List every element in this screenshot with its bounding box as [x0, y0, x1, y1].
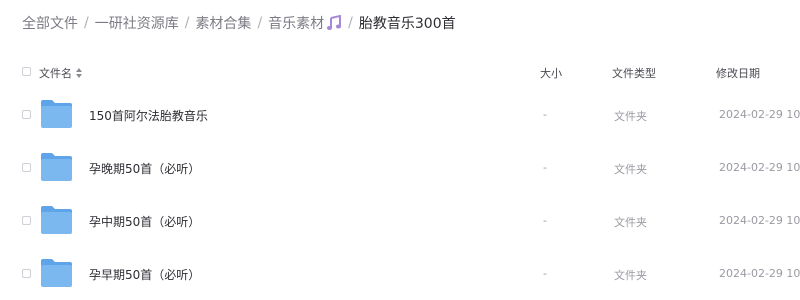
file-type: 文件夹	[614, 163, 647, 176]
breadcrumb-separator: /	[257, 15, 263, 31]
file-size: -	[543, 214, 547, 227]
file-date: 2024-02-29 10:5	[719, 108, 800, 121]
breadcrumb-current-folder: 胎教音乐300首	[358, 16, 456, 32]
select-all-checkbox[interactable]	[22, 67, 31, 76]
header-size[interactable]: 大小	[540, 65, 562, 81]
breadcrumb-separator: /	[348, 15, 353, 31]
file-name[interactable]: 孕晚期50首（必听）	[89, 160, 200, 177]
breadcrumb-resource-library[interactable]: 一研社资源库	[95, 13, 179, 33]
file-date: 2024-02-29 10:5	[719, 267, 800, 280]
table-row[interactable]: 孕中期50首（必听） - 文件夹 2024-02-29 10:5	[0, 194, 800, 246]
breadcrumb-all-files[interactable]: 全部文件	[22, 13, 78, 33]
file-browser: 全部文件 / 一研社资源库 / 素材合集 / 音乐素材 / 胎教音乐300首 文…	[0, 0, 800, 300]
table-row[interactable]: 150首阿尔法胎教音乐 - 文件夹 2024-02-29 10:5	[0, 88, 800, 140]
music-note-icon	[326, 15, 342, 31]
file-size: -	[543, 267, 547, 280]
file-type: 文件夹	[614, 216, 647, 229]
header-type[interactable]: 文件类型	[612, 65, 656, 81]
header-name-label: 文件名	[39, 67, 72, 80]
folder-icon	[40, 258, 73, 288]
file-size: -	[543, 108, 547, 121]
table-row[interactable]: 孕早期50首（必听） - 文件夹 2024-02-29 10:5	[0, 247, 800, 299]
file-type: 文件夹	[614, 110, 647, 123]
file-name[interactable]: 孕中期50首（必听）	[89, 213, 200, 230]
table-row[interactable]: 孕晚期50首（必听） - 文件夹 2024-02-29 10:5	[0, 141, 800, 193]
sort-icon[interactable]	[76, 68, 82, 78]
folder-icon	[40, 99, 73, 129]
file-name[interactable]: 150首阿尔法胎教音乐	[89, 107, 208, 124]
breadcrumb: 全部文件 / 一研社资源库 / 素材合集 / 音乐素材 / 胎教音乐300首	[22, 12, 456, 34]
row-checkbox[interactable]	[22, 110, 31, 119]
folder-icon	[40, 152, 73, 182]
header-date[interactable]: 修改日期	[716, 65, 760, 81]
breadcrumb-material-collection[interactable]: 素材合集	[195, 13, 251, 33]
breadcrumb-separator: /	[84, 15, 89, 31]
file-date: 2024-02-29 10:5	[719, 161, 800, 174]
table-header: 文件名 大小 文件类型 修改日期	[0, 60, 800, 84]
file-size: -	[543, 161, 547, 174]
folder-icon	[40, 205, 73, 235]
row-checkbox[interactable]	[22, 163, 31, 172]
row-checkbox[interactable]	[22, 216, 31, 225]
breadcrumb-music-material[interactable]: 音乐素材	[268, 13, 324, 33]
file-name[interactable]: 孕早期50首（必听）	[89, 266, 200, 283]
header-name[interactable]: 文件名	[39, 65, 82, 81]
row-checkbox[interactable]	[22, 269, 31, 278]
file-date: 2024-02-29 10:5	[719, 214, 800, 227]
breadcrumb-separator: /	[184, 15, 190, 31]
file-type: 文件夹	[614, 269, 647, 282]
